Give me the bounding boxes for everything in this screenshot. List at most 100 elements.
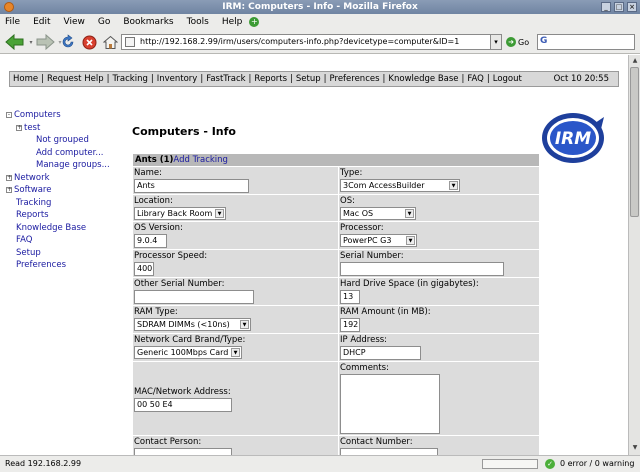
mac-network-address-input[interactable]: 00 50 E4 — [134, 398, 232, 412]
processor-speed-input[interactable]: 400 — [134, 262, 154, 276]
tree-item-software[interactable]: + Software — [6, 184, 110, 197]
ram-type-select[interactable]: SDRAM DIMMs (<10ns) ▼ — [134, 318, 251, 331]
forward-button[interactable] — [34, 33, 56, 51]
tree-item-label: Tracking — [16, 197, 52, 208]
tree-item-test[interactable]: + test — [6, 122, 110, 135]
selected-value: Library Back Room — [137, 209, 213, 218]
svg-text:IRM: IRM — [555, 129, 591, 149]
menu-file[interactable]: File — [5, 17, 20, 27]
tree-item-setup[interactable]: Setup — [6, 247, 110, 260]
nav-link-faq[interactable]: FAQ — [467, 74, 483, 84]
chevron-down-icon: ▼ — [231, 348, 240, 357]
collapse-icon[interactable]: - — [6, 112, 12, 118]
reload-button[interactable] — [59, 33, 77, 51]
vertical-scrollbar[interactable]: ▲ ▼ — [628, 55, 640, 455]
tree-item-computers[interactable]: - Computers — [6, 109, 110, 122]
home-button[interactable] — [101, 33, 119, 51]
hard-drive-space-input[interactable]: 13 — [340, 290, 360, 304]
nav-separator: | — [461, 74, 465, 84]
ip-address-input[interactable]: DHCP — [340, 346, 421, 360]
tree-item-tracking[interactable]: Tracking — [6, 197, 110, 210]
tree-item-knowledge-base[interactable]: Knowledge Base — [6, 222, 110, 235]
nav-link-fasttrack[interactable]: FastTrack — [206, 74, 245, 84]
comments-label: Comments: — [340, 363, 389, 373]
serial-number-input[interactable] — [340, 262, 504, 276]
expand-icon[interactable]: + — [16, 124, 22, 131]
minimize-button[interactable]: _ — [601, 2, 611, 12]
add-tracking-link[interactable]: Add Tracking — [173, 155, 228, 165]
nav-link-knowledge-base[interactable]: Knowledge Base — [388, 74, 458, 84]
nav-link-request-help[interactable]: Request Help — [47, 74, 104, 84]
os-select[interactable]: Mac OS ▼ — [340, 207, 416, 220]
menu-view[interactable]: View — [64, 17, 85, 27]
form-row: MAC/Network Address: 00 50 E4 Comments: — [133, 362, 539, 436]
network-card-brand-type-select[interactable]: Generic 100Mbps Card ▼ — [134, 346, 242, 359]
url-text: http://192.168.2.99/irm/users/computers-… — [140, 37, 460, 46]
name-input[interactable]: Ants — [134, 179, 249, 193]
expand-icon[interactable]: + — [6, 174, 12, 181]
window-title: IRM: Computers - Info - Mozilla Firefox — [222, 2, 418, 12]
tree-item-network[interactable]: + Network — [6, 172, 110, 185]
location-select[interactable]: Library Back Room ▼ — [134, 207, 226, 220]
tree-item-preferences[interactable]: Preferences — [6, 259, 110, 272]
close-button[interactable]: × — [627, 2, 637, 12]
nav-link-reports[interactable]: Reports — [254, 74, 287, 84]
nav-link-preferences[interactable]: Preferences — [330, 74, 380, 84]
other-serial-number-label: Other Serial Number: — [134, 279, 225, 289]
nav-link-inventory[interactable]: Inventory — [157, 74, 198, 84]
maximize-button[interactable]: □ — [614, 2, 624, 12]
scroll-up-arrow[interactable]: ▲ — [630, 56, 640, 66]
stop-button[interactable] — [80, 33, 98, 51]
processor-speed-label: Processor Speed: — [134, 251, 208, 261]
form-cell: Name: Ants — [133, 167, 338, 194]
form-cell: Comments: — [339, 362, 539, 435]
nav-link-home[interactable]: Home — [13, 74, 38, 84]
form-row: Network Card Brand/Type: Generic 100Mbps … — [133, 334, 539, 362]
menu-bookmarks[interactable]: Bookmarks — [123, 17, 173, 27]
navigation-toolbar: ▾ ▾ http://192.168.2.99/irm/users/comput… — [0, 30, 640, 54]
processor-select[interactable]: PowerPC G3 ▼ — [340, 234, 417, 247]
go-button[interactable]: ➜ Go — [506, 35, 529, 49]
back-button[interactable] — [3, 33, 27, 51]
nav-separator: | — [106, 74, 110, 84]
selected-value: Generic 100Mbps Card — [137, 348, 229, 357]
form-cell: Contact Person: — [133, 436, 338, 455]
contact-number-input[interactable] — [340, 448, 438, 455]
comments-textarea[interactable] — [340, 374, 440, 434]
selected-value: Mac OS — [343, 209, 374, 218]
nav-link-tracking[interactable]: Tracking — [112, 74, 147, 84]
tree-item-manage-groups[interactable]: Manage groups... — [6, 159, 110, 172]
google-search-icon: G — [540, 36, 548, 46]
back-arrow-icon — [5, 34, 24, 50]
scrollbar-thumb[interactable] — [630, 67, 639, 217]
menu-help[interactable]: Help — [222, 17, 243, 27]
go-arrow-icon: ➜ — [506, 37, 516, 47]
type-select[interactable]: 3Com AccessBuilder ▼ — [340, 179, 460, 192]
menu-go[interactable]: Go — [98, 17, 110, 27]
form-row: Other Serial Number: Hard Drive Space (in… — [133, 278, 539, 306]
chevron-down-icon: ▼ — [405, 209, 414, 218]
tree-item-reports[interactable]: Reports — [6, 209, 110, 222]
tree-item-faq[interactable]: FAQ — [6, 234, 110, 247]
type-label: Type: — [340, 168, 363, 178]
menu-edit[interactable]: Edit — [33, 17, 50, 27]
ram-amount-input[interactable]: 192 — [340, 318, 360, 332]
other-serial-number-input[interactable] — [134, 290, 254, 304]
search-input[interactable]: G — [537, 34, 635, 50]
nav-link-setup[interactable]: Setup — [296, 74, 321, 84]
form-cell: Processor: PowerPC G3 ▼ — [339, 222, 539, 249]
expand-icon[interactable]: + — [6, 187, 12, 193]
location-label: Location: — [134, 196, 173, 206]
menu-tools[interactable]: Tools — [187, 17, 209, 27]
form-cell: OS: Mac OS ▼ — [339, 195, 539, 221]
url-history-dropdown[interactable]: ▾ — [490, 34, 502, 50]
nav-link-logout[interactable]: Logout — [493, 74, 522, 84]
os-version-input[interactable]: 9.0.4 — [134, 234, 167, 248]
add-icon[interactable]: + — [249, 17, 260, 27]
tree-item-label: Manage groups... — [36, 160, 110, 170]
scroll-down-arrow[interactable]: ▼ — [630, 443, 640, 453]
tree-item-not-grouped[interactable]: Not grouped — [6, 134, 110, 147]
contact-person-input[interactable] — [134, 448, 232, 455]
url-bar[interactable]: http://192.168.2.99/irm/users/computers-… — [121, 34, 493, 50]
tree-item-add-computer[interactable]: Add computer... — [6, 147, 110, 160]
